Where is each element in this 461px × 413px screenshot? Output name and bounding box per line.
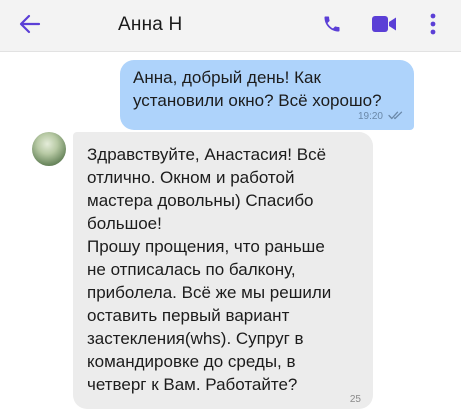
message-meta: 19:20 <box>358 107 404 125</box>
phone-icon <box>322 14 342 39</box>
arrow-left-icon <box>19 14 41 39</box>
message-time: 25 <box>349 394 361 405</box>
message-list[interactable]: Анна, добрый день! Как установили окно? … <box>0 52 461 413</box>
video-call-button[interactable] <box>367 10 401 42</box>
call-button[interactable] <box>316 10 348 42</box>
back-button[interactable] <box>12 8 48 44</box>
double-check-icon <box>388 107 404 125</box>
more-options-button[interactable] <box>420 10 446 42</box>
avatar[interactable] <box>32 132 66 166</box>
incoming-message[interactable]: Здравствуйте, Анастасия! Всё отлично. Ок… <box>73 132 373 409</box>
outgoing-message[interactable]: Анна, добрый день! Как установили окно? … <box>120 60 414 130</box>
message-text: Здравствуйте, Анастасия! Всё отлично. Ок… <box>87 145 332 394</box>
contact-name[interactable]: Анна Н <box>118 14 182 36</box>
chat-header: Анна Н <box>0 0 461 52</box>
message-meta: 25 <box>350 389 361 407</box>
more-vertical-icon <box>430 13 436 40</box>
video-camera-icon <box>371 15 397 38</box>
message-text: Анна, добрый день! Как установили окно? … <box>133 68 382 110</box>
message-time: 19:20 <box>357 110 383 122</box>
